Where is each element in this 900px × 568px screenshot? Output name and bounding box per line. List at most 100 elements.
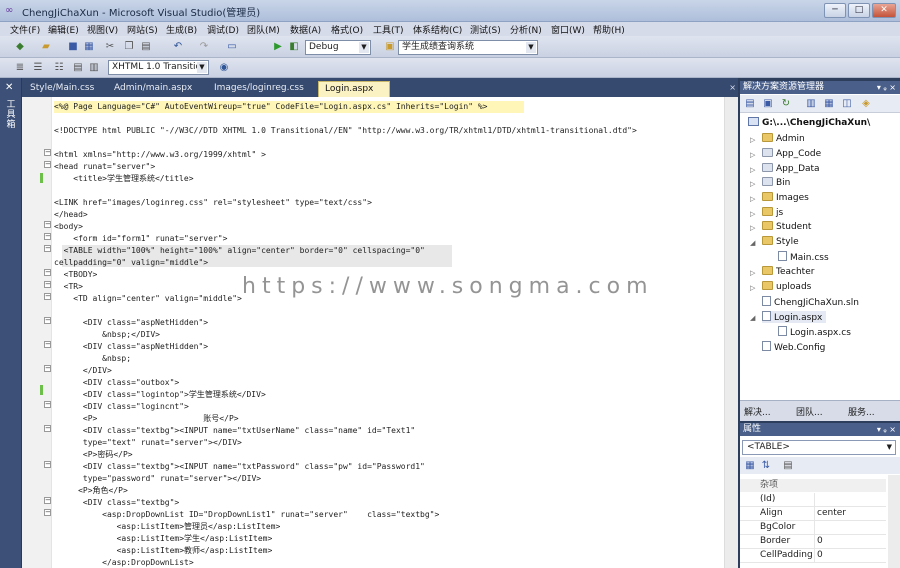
fold-toggle[interactable]: −: [44, 281, 51, 288]
maximize-button[interactable]: □: [848, 3, 870, 18]
tree-item-web-config[interactable]: Web.Config: [762, 341, 825, 353]
menu-edit[interactable]: 编辑(E): [48, 23, 79, 36]
format-icon[interactable]: ≣: [14, 62, 26, 74]
show-all-files-icon[interactable]: ▣: [762, 98, 774, 110]
properties-object-combo[interactable]: <TABLE> ▼: [742, 440, 896, 455]
fold-toggle[interactable]: −: [44, 269, 51, 276]
fold-toggle[interactable]: −: [44, 161, 51, 168]
view-designer-icon[interactable]: ▦: [823, 98, 835, 110]
fold-toggle[interactable]: −: [44, 233, 51, 240]
open-icon[interactable]: ▰: [40, 41, 52, 53]
redo-icon[interactable]: ↷: [198, 41, 210, 53]
panel-pin-controls[interactable]: ▾ ᵩ ×: [877, 423, 896, 436]
fold-toggle[interactable]: −: [44, 509, 51, 516]
tree-item-main-css[interactable]: Main.css: [778, 251, 829, 263]
fold-toggle[interactable]: −: [44, 497, 51, 504]
categorized-icon[interactable]: ▦: [744, 460, 756, 472]
toolbox-icon[interactable]: ✕: [5, 82, 13, 93]
fold-toggle[interactable]: −: [44, 365, 51, 372]
paste-icon[interactable]: ▤: [140, 41, 152, 53]
fold-toggle[interactable]: −: [44, 461, 51, 468]
fold-toggle[interactable]: −: [44, 221, 51, 228]
tree-item-app-code[interactable]: App_Code: [762, 148, 821, 159]
tree-item-login-aspx[interactable]: Login.aspx: [762, 311, 827, 323]
expand-icon[interactable]: ▷: [750, 151, 755, 159]
collapse-icon[interactable]: ◢: [750, 314, 755, 322]
property-category[interactable]: 杂项: [740, 479, 886, 492]
properties-icon[interactable]: ▤: [744, 98, 756, 110]
fold-toggle[interactable]: −: [44, 401, 51, 408]
menu-debug[interactable]: 调试(D): [207, 23, 239, 36]
cut-icon[interactable]: ✂: [104, 41, 116, 53]
expand-icon[interactable]: ▷: [750, 180, 755, 188]
tree-item-images[interactable]: Images: [762, 192, 809, 203]
fold-toggle[interactable]: −: [44, 425, 51, 432]
attach-icon[interactable]: ◧: [288, 41, 300, 53]
outdent-icon[interactable]: ☷: [53, 62, 65, 74]
tab-team-explorer[interactable]: 团队...: [796, 405, 823, 418]
view-code-icon[interactable]: ▥: [805, 98, 817, 110]
property-row[interactable]: (Id): [740, 493, 886, 507]
find-combo[interactable]: 学生成绩查询系统 ▼: [398, 40, 538, 55]
editor-vertical-scrollbar[interactable]: [724, 97, 738, 568]
comment-icon[interactable]: ▤: [72, 62, 84, 74]
fold-toggle[interactable]: −: [44, 149, 51, 156]
menu-tools[interactable]: 工具(T): [373, 23, 404, 36]
minimize-button[interactable]: ─: [824, 3, 846, 18]
tree-item-solution-file[interactable]: ChengJiChaXun.sln: [762, 296, 859, 308]
refresh-icon[interactable]: ↻: [780, 98, 792, 110]
code-editor[interactable]: − − − − − − − − − − − − − − − − <%@ Page…: [22, 97, 738, 568]
tab-login-aspx[interactable]: Login.aspx: [318, 81, 390, 97]
menu-view[interactable]: 视图(V): [87, 23, 118, 36]
fold-toggle[interactable]: −: [44, 341, 51, 348]
tab-close-icon[interactable]: ×: [729, 83, 736, 92]
solution-configuration-combo[interactable]: Debug ▼: [305, 40, 371, 55]
uncomment-icon[interactable]: ▥: [88, 62, 100, 74]
fold-toggle[interactable]: −: [44, 293, 51, 300]
alphabetical-icon[interactable]: ⇅: [760, 460, 772, 472]
fold-toggle[interactable]: −: [44, 245, 51, 252]
tab-server-explorer[interactable]: 服务...: [848, 405, 875, 418]
validation-schema-combo[interactable]: XHTML 1.0 Transitic ▼: [108, 60, 209, 75]
start-debugging-icon[interactable]: ▶: [272, 41, 284, 53]
menu-build[interactable]: 生成(B): [166, 23, 197, 36]
menu-window[interactable]: 窗口(W): [551, 23, 585, 36]
tab-admin-main-aspx[interactable]: Admin/main.aspx: [108, 81, 198, 97]
save-icon[interactable]: ■: [67, 41, 79, 53]
menu-data[interactable]: 数据(A): [290, 23, 321, 36]
tree-item-app-data[interactable]: App_Data: [762, 163, 820, 174]
menu-website[interactable]: 网站(S): [127, 23, 158, 36]
tree-item-login-aspx-cs[interactable]: Login.aspx.cs: [778, 326, 851, 338]
tree-item-teachter[interactable]: Teachter: [762, 266, 814, 277]
toolbox-tab-label[interactable]: 工具箱: [5, 100, 17, 130]
panel-pin-controls[interactable]: ▾ ᵩ ×: [877, 81, 896, 94]
tree-item-bin[interactable]: Bin: [762, 177, 790, 188]
expand-icon[interactable]: ▷: [750, 269, 755, 277]
collapse-icon[interactable]: ◢: [750, 239, 755, 247]
expand-icon[interactable]: ▷: [750, 136, 755, 144]
copy-icon[interactable]: ❐: [123, 41, 135, 53]
tab-solution-explorer[interactable]: 解决...: [744, 405, 771, 418]
expand-icon[interactable]: ▷: [750, 284, 755, 292]
close-button[interactable]: ✕: [872, 3, 896, 18]
indent-icon[interactable]: ☰: [32, 62, 44, 74]
tree-root[interactable]: G:\...\ChengJiChaXun\: [748, 117, 870, 128]
find-in-files-icon[interactable]: ▣: [384, 41, 396, 53]
property-row[interactable]: Border 0: [740, 535, 886, 549]
nest-related-files-icon[interactable]: ◫: [841, 98, 853, 110]
tree-item-style[interactable]: Style: [762, 236, 799, 247]
menu-file[interactable]: 文件(F): [10, 23, 40, 36]
tree-item-uploads[interactable]: uploads: [762, 281, 811, 292]
new-project-icon[interactable]: ◆: [14, 41, 26, 53]
properties-scrollbar[interactable]: [888, 475, 900, 568]
undo-icon[interactable]: ↶: [172, 41, 184, 53]
menu-analyze[interactable]: 分析(N): [510, 23, 542, 36]
expand-icon[interactable]: ▷: [750, 210, 755, 218]
expand-icon[interactable]: ▷: [750, 224, 755, 232]
tree-item-student[interactable]: Student: [762, 221, 811, 232]
menu-team[interactable]: 团队(M): [247, 23, 280, 36]
fold-toggle[interactable]: −: [44, 317, 51, 324]
check-accessibility-icon[interactable]: ◉: [218, 62, 230, 74]
tab-images-loginreg-css[interactable]: Images/loginreg.css: [208, 81, 310, 97]
tree-item-js[interactable]: js: [762, 207, 783, 218]
